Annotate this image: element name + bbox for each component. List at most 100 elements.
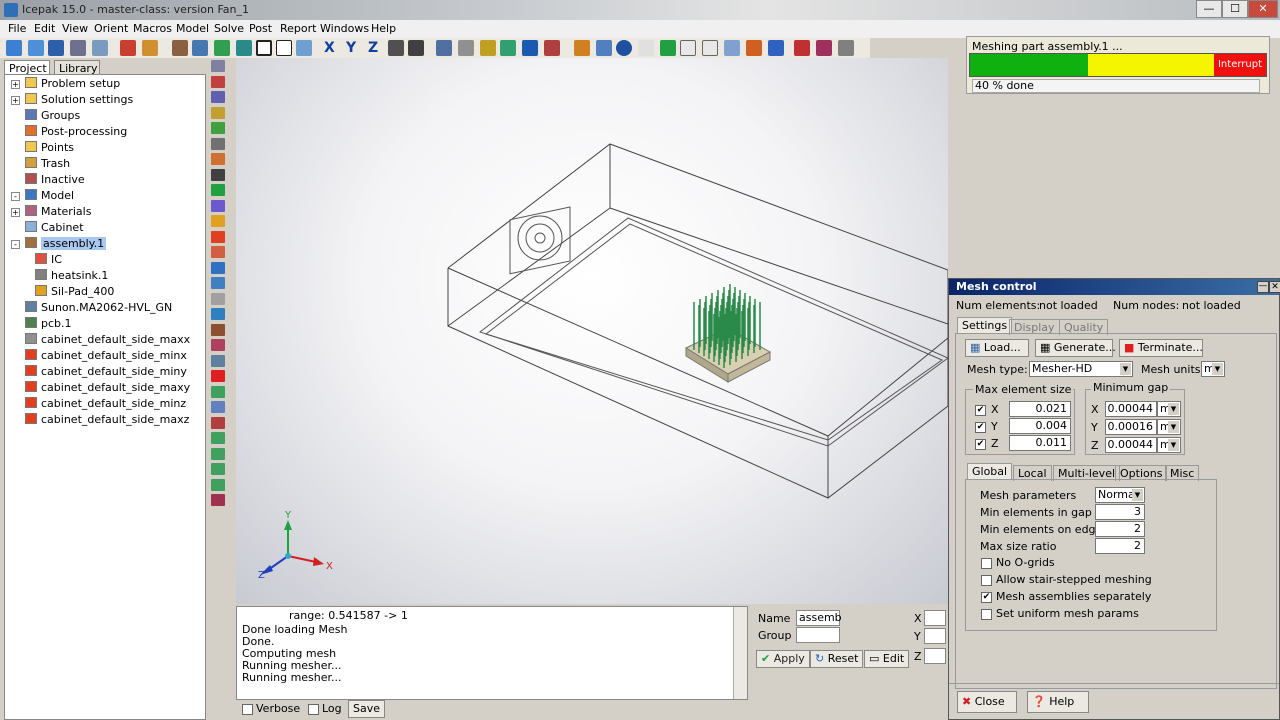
screenshot-icon[interactable] <box>92 40 108 56</box>
max-ratio-field[interactable]: 2 <box>1095 538 1145 554</box>
tree-item-cabinet[interactable]: Cabinet <box>25 220 84 236</box>
minimize-icon[interactable]: — <box>1257 281 1269 293</box>
tree-item-solution-settings[interactable]: Solution settings <box>25 92 133 108</box>
object-tool-icon[interactable] <box>211 106 225 119</box>
object-tool-icon[interactable] <box>211 230 225 243</box>
expand-icon[interactable]: + <box>11 96 20 105</box>
stair-stepped-checkbox[interactable] <box>981 575 992 586</box>
expand-icon[interactable]: + <box>11 208 20 217</box>
mesh-type-select[interactable]: Mesher-HD ▼ <box>1029 361 1133 377</box>
object-tool-icon[interactable] <box>211 339 225 351</box>
object-tool-icon[interactable] <box>211 447 225 460</box>
collapse-icon[interactable]: - <box>11 192 20 201</box>
print-icon[interactable] <box>70 40 86 56</box>
tree-item-problem-setup[interactable]: Problem setup <box>25 76 120 92</box>
view-z-icon[interactable]: Z <box>368 40 384 56</box>
reset-button[interactable]: ↻ Reset <box>810 650 864 668</box>
tree-item-sunon-ma2062-hvl-gn[interactable]: Sunon.MA2062-HVL_GN <box>25 300 172 316</box>
wireframe-icon[interactable] <box>256 40 272 56</box>
object-tool-icon[interactable] <box>211 323 225 336</box>
load-button[interactable]: ▦ Load... <box>965 339 1029 357</box>
cube-icon[interactable] <box>574 40 590 56</box>
grid-icon[interactable] <box>276 40 292 56</box>
object-tool-icon[interactable] <box>211 494 225 506</box>
tree-item-cabinet-default-side-minx[interactable]: cabinet_default_side_minx <box>25 348 187 364</box>
object-tool-icon[interactable] <box>211 463 225 475</box>
new-icon[interactable] <box>6 40 22 56</box>
view-y-icon[interactable]: Y <box>346 40 362 56</box>
object-tool-icon[interactable] <box>211 168 225 181</box>
min-gap-elems-field[interactable]: 3 <box>1095 504 1145 520</box>
min-edge-elems-field[interactable]: 2 <box>1095 521 1145 537</box>
optimize-icon[interactable] <box>816 40 832 56</box>
cursor-icon[interactable] <box>660 40 676 56</box>
chart-icon[interactable] <box>702 40 718 56</box>
tree-item-trash[interactable]: Trash <box>25 156 70 172</box>
apply-button[interactable]: ✔ Apply <box>756 650 810 668</box>
tree-item-cabinet-default-side-maxy[interactable]: cabinet_default_side_maxy <box>25 380 190 396</box>
tree-item-cabinet-default-side-minz[interactable]: cabinet_default_side_minz <box>25 396 186 412</box>
object-tool-icon[interactable] <box>211 122 225 134</box>
x-field[interactable] <box>924 610 946 626</box>
menu-model[interactable]: Model <box>176 22 209 35</box>
object-tool-icon[interactable] <box>211 184 225 196</box>
gap-z-unit-select[interactable]: m ▼ <box>1157 437 1181 453</box>
tree-item-points[interactable]: Points <box>25 140 74 156</box>
object-tool-icon[interactable] <box>211 292 225 305</box>
tree-item-model[interactable]: Model <box>25 188 74 204</box>
gap-x-unit-select[interactable]: m ▼ <box>1157 401 1181 417</box>
generate-button[interactable]: ▦ Generate... <box>1035 339 1116 357</box>
console-scrollbar[interactable] <box>733 607 747 699</box>
menu-macros[interactable]: Macros <box>133 22 172 35</box>
no-ogrids-checkbox[interactable] <box>981 558 992 569</box>
menu-windows[interactable]: Windows <box>320 22 369 35</box>
warning-icon[interactable] <box>480 40 496 56</box>
tree-item-cabinet-default-side-miny[interactable]: cabinet_default_side_miny <box>25 364 187 380</box>
menu-file[interactable]: File <box>8 22 26 35</box>
mesh-assemblies-checkbox[interactable]: ✔ <box>981 592 992 603</box>
object-tool-icon[interactable] <box>211 261 225 274</box>
params-icon[interactable] <box>794 40 810 56</box>
object-tool-icon[interactable] <box>211 401 225 413</box>
summary-icon[interactable] <box>746 40 762 56</box>
terminate-button[interactable]: ■ Terminate... <box>1119 339 1203 357</box>
log-checkbox[interactable] <box>308 704 319 715</box>
object-tool-icon[interactable] <box>211 215 225 227</box>
y-field[interactable] <box>924 628 946 644</box>
group-field[interactable] <box>796 627 840 643</box>
max-y-checkbox[interactable]: ✔ <box>975 422 986 433</box>
menu-orient[interactable]: Orient <box>94 22 128 35</box>
plot-icon[interactable] <box>680 40 696 56</box>
max-z-field[interactable]: 0.011 <box>1009 435 1071 451</box>
tree-item-groups[interactable]: Groups <box>25 108 80 124</box>
mesh-icon[interactable] <box>544 40 560 56</box>
edit-button[interactable]: ▭ Edit <box>864 650 910 668</box>
object-tool-icon[interactable] <box>211 153 225 165</box>
labels-icon[interactable] <box>296 40 312 56</box>
home-view-icon[interactable] <box>172 40 188 56</box>
menu-help[interactable]: Help <box>371 22 396 35</box>
object-tool-icon[interactable] <box>211 60 225 72</box>
z-field[interactable] <box>924 648 946 664</box>
points-icon[interactable] <box>638 40 654 56</box>
close-window-button[interactable]: ✕ <box>1248 0 1278 18</box>
cabinet-icon[interactable] <box>436 40 452 56</box>
object-tool-icon[interactable] <box>211 478 225 491</box>
block-icon[interactable] <box>458 40 474 56</box>
menu-view[interactable]: View <box>62 22 88 35</box>
mesh-params-select[interactable]: Normal ▼ <box>1095 487 1145 503</box>
save-log-button[interactable]: Save <box>348 700 386 718</box>
rotate-icon[interactable] <box>408 40 424 56</box>
max-y-field[interactable]: 0.004 <box>1009 418 1071 434</box>
name-field[interactable]: assemb <box>796 610 842 626</box>
check-icon[interactable] <box>500 40 516 56</box>
graphics-viewport[interactable]: Y X Z <box>236 58 949 604</box>
menu-solve[interactable]: Solve <box>214 22 244 35</box>
object-tool-icon[interactable] <box>211 354 225 367</box>
verbose-checkbox[interactable] <box>242 704 253 715</box>
object-tool-icon[interactable] <box>211 308 225 320</box>
tree-item-pcb-1[interactable]: pcb.1 <box>25 316 72 332</box>
tree-item-ic[interactable]: IC <box>35 252 62 268</box>
tab-settings[interactable]: Settings <box>957 317 1013 333</box>
max-x-checkbox[interactable]: ✔ <box>975 405 986 416</box>
